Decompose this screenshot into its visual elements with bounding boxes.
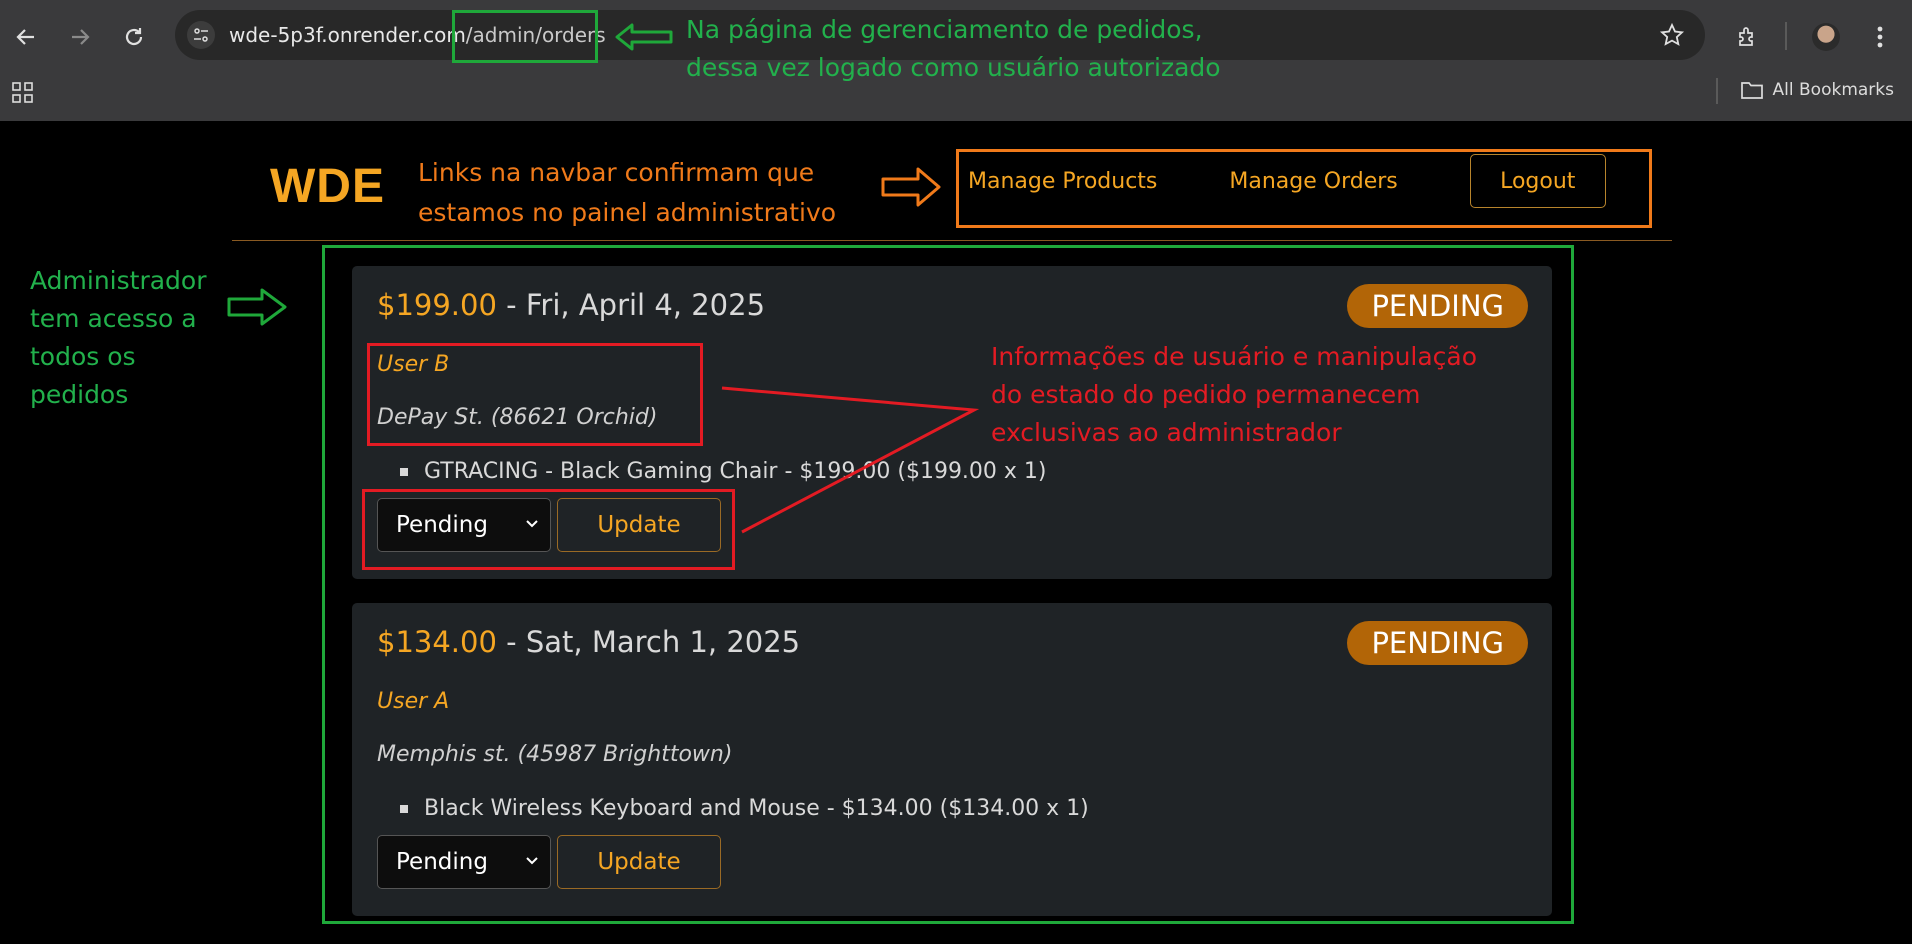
extensions-icon[interactable] [1727,17,1767,57]
annotation-url-box [452,10,598,63]
annotation-navbar-note-line: Links na navbar confirmam que [418,158,815,187]
forward-arrow-icon [72,29,90,45]
annotation-arrow-right-icon [881,167,941,207]
bookmarks-divider [1716,78,1718,104]
annotation-navbar-note: Links na navbar confirmam que estamos no… [418,153,878,233]
annotation-navbar-box [956,149,1652,228]
annotation-url-note-line: dessa vez logado como usuário autorizado [686,53,1221,82]
site-info-icon[interactable] [187,21,215,49]
reload-icon [125,28,143,46]
annotation-privacy-note-line: do estado do pedido permanecem [991,380,1421,409]
annotation-admin-note-line: Administrador [30,266,207,295]
navbar-divider [232,240,1672,241]
all-bookmarks-label: All Bookmarks [1772,80,1894,100]
folder-icon [1740,82,1763,99]
annotation-navbar-note-line: estamos no painel administrativo [418,198,837,227]
site-logo[interactable]: WDE [270,159,385,214]
back-button[interactable] [8,19,44,55]
annotation-arrow-left-icon [615,23,673,51]
profile-avatar[interactable] [1806,17,1846,57]
menu-dots-icon[interactable] [1860,17,1900,57]
annotation-url-note: Na página de gerenciamento de pedidos, d… [686,11,1386,87]
annotation-admin-note-line: todos os [30,342,136,371]
annotation-admin-note: Administrador tem acesso a todos os pedi… [30,262,230,414]
annotation-privacy-note-line: Informações de usuário e manipulação [991,342,1478,371]
toolbar-divider [1785,22,1787,50]
annotation-url-note-line: Na página de gerenciamento de pedidos, [686,15,1203,44]
annotation-privacy-note-line: exclusivas ao administrador [991,418,1342,447]
forward-button[interactable] [62,19,98,55]
apps-grid-icon[interactable] [12,82,34,108]
bookmark-star-icon[interactable] [1659,22,1685,52]
url-host: wde-5p3f.onrender.com [229,23,466,47]
annotation-admin-note-line: tem acesso a [30,304,197,333]
annotation-privacy-note: Informações de usuário e manipulação do … [991,338,1591,452]
annotation-user-info-box [367,343,703,446]
back-arrow-icon [16,29,34,45]
annotation-pointer-lines [721,386,980,534]
annotation-arrow-right-icon [227,288,287,326]
reload-button[interactable] [116,19,152,55]
annotation-status-control-box [362,489,735,570]
all-bookmarks-button[interactable]: All Bookmarks [1740,80,1894,100]
annotation-admin-note-line: pedidos [30,380,129,409]
